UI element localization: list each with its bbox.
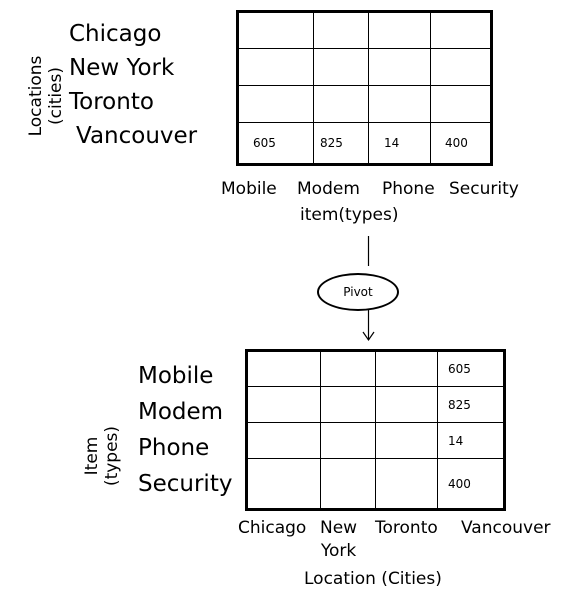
bottom-col-label-vancouver: Vancouver	[461, 518, 551, 538]
bottom-row-label-modem: Modem	[138, 399, 224, 425]
bottom-row-label-mobile: Mobile	[138, 363, 214, 389]
pivot-node: Pivot	[317, 273, 399, 311]
bottom-row-label-phone: Phone	[138, 435, 210, 461]
bottom-cell	[375, 386, 438, 423]
bottom-cell	[320, 458, 376, 510]
bottom-cell	[246, 350, 321, 387]
bottom-cell	[246, 458, 321, 510]
bottom-value-cell: 605	[437, 350, 505, 387]
bottom-column-title: Location (Cities)	[304, 569, 442, 589]
bottom-col-label-new-york: New York	[320, 518, 358, 561]
bottom-column-labels: Chicago New York Toronto Vancouver	[0, 518, 563, 562]
bottom-cell	[375, 422, 438, 459]
bottom-cell	[320, 386, 376, 423]
pivot-label: Pivot	[343, 285, 373, 299]
bottom-cell	[246, 386, 321, 423]
bottom-side-title: Item (types)	[82, 425, 122, 487]
bottom-cell	[246, 422, 321, 459]
bottom-cell	[320, 422, 376, 459]
bottom-row-labels: Mobile Modem Phone Security	[138, 358, 232, 502]
bottom-col-label-toronto: Toronto	[375, 518, 438, 538]
bottom-value-cell: 400	[437, 458, 505, 510]
bottom-cell	[375, 458, 438, 510]
bottom-value-cell: 825	[437, 386, 505, 423]
bottom-value-cell: 14	[437, 422, 505, 459]
bottom-cell	[320, 350, 376, 387]
bottom-row-label-security: Security	[138, 471, 233, 497]
bottom-grid: 605 825 14 400	[245, 349, 506, 511]
bottom-cell	[375, 350, 438, 387]
bottom-col-label-chicago: Chicago	[238, 518, 307, 538]
